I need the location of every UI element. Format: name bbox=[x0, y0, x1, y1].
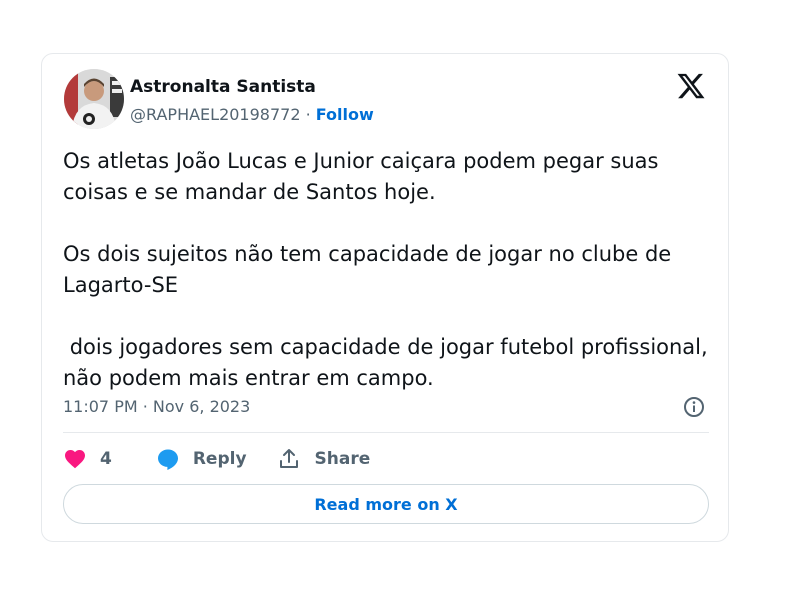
handle-row: @RAPHAEL20198772 · Follow bbox=[130, 105, 374, 124]
reply-button[interactable]: Reply bbox=[156, 447, 247, 471]
author-name[interactable]: Astronalta Santista bbox=[130, 77, 316, 97]
tweet-timestamp[interactable]: 11:07 PM · Nov 6, 2023 bbox=[63, 397, 250, 416]
reply-label: Reply bbox=[192, 449, 247, 469]
author-handle[interactable]: @RAPHAEL20198772 bbox=[130, 105, 301, 124]
tweet-text: Os atletas João Lucas e Junior caiçara p… bbox=[63, 149, 708, 390]
read-more-button[interactable]: Read more on X bbox=[63, 484, 709, 524]
like-count: 4 bbox=[100, 449, 112, 469]
avatar-image bbox=[64, 69, 124, 129]
share-upload-icon bbox=[279, 449, 298, 468]
tweet-card: Astronalta Santista @RAPHAEL20198772 · F… bbox=[41, 53, 729, 542]
follow-button[interactable]: Follow bbox=[316, 105, 374, 124]
like-button[interactable]: 4 bbox=[63, 447, 112, 471]
info-icon[interactable] bbox=[682, 395, 706, 419]
share-button[interactable]: Share bbox=[277, 447, 371, 471]
share-label: Share bbox=[314, 449, 371, 469]
handle-separator: · bbox=[300, 105, 316, 124]
heart-icon bbox=[65, 450, 85, 469]
avatar[interactable] bbox=[64, 69, 124, 129]
divider bbox=[63, 432, 709, 433]
x-logo-icon[interactable] bbox=[676, 71, 706, 101]
action-bar: 4 Reply Share bbox=[63, 444, 370, 474]
speech-bubble-icon bbox=[157, 449, 178, 470]
